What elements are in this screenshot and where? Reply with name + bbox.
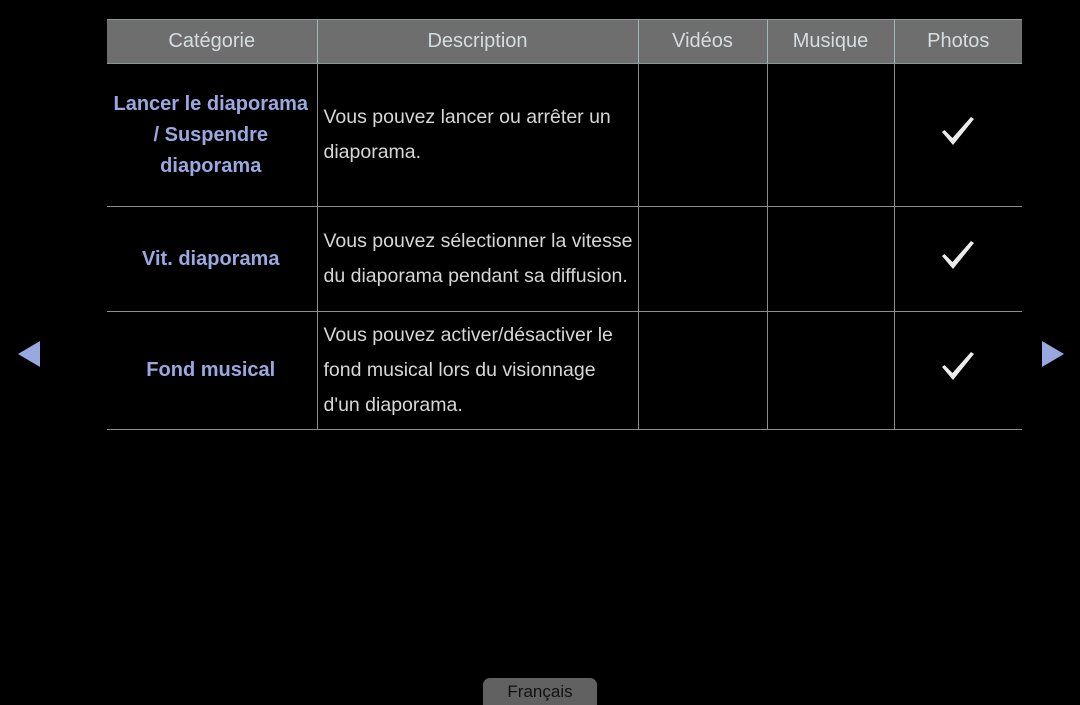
row-category: Lancer le diaporama / Suspendre diaporam… [107,63,317,207]
row-musique-support [766,63,894,207]
column-header-categorie: Catégorie [107,19,317,64]
row-category: Fond musical [107,311,317,430]
row-description: Vous pouvez lancer ou arrêter un diapora… [316,63,638,207]
row-musique-support [766,206,894,312]
column-header-videos: Vidéos [637,19,767,64]
row-photos-support [893,63,1022,207]
row-photos-support [893,206,1022,312]
table-body: Lancer le diaporama / Suspendre diaporam… [107,63,1022,430]
previous-page-button[interactable] [14,338,44,370]
table-row: Lancer le diaporama / Suspendre diaporam… [107,63,1022,207]
triangle-right-icon [1038,338,1068,370]
row-description: Vous pouvez sélectionner la vitesse du d… [316,206,638,312]
compatibility-table-container: Catégorie Description Vidéos Musique Pho… [107,19,1022,430]
check-icon [936,348,980,388]
check-icon [936,237,980,277]
table-header-row: Catégorie Description Vidéos Musique Pho… [107,19,1022,64]
next-page-button[interactable] [1038,338,1068,370]
row-description: Vous pouvez activer/désactiver le fond m… [316,311,638,430]
column-header-musique: Musique [766,19,894,64]
check-icon [936,113,980,153]
row-musique-support [766,311,894,430]
column-header-description: Description [316,19,638,64]
table-row: Vit. diaporama Vous pouvez sélectionner … [107,206,1022,312]
table-row: Fond musical Vous pouvez activer/désacti… [107,311,1022,430]
row-category: Vit. diaporama [107,206,317,312]
compatibility-table: Catégorie Description Vidéos Musique Pho… [107,19,1022,430]
row-photos-support [893,311,1022,430]
row-videos-support [637,206,767,312]
tv-help-screen: { "screen": { "background_color": "#0000… [0,0,1080,705]
column-header-photos: Photos [893,19,1022,64]
language-button[interactable]: Français [483,678,597,705]
row-videos-support [637,63,767,207]
table-header: Catégorie Description Vidéos Musique Pho… [107,19,1022,64]
triangle-left-icon [14,338,44,370]
row-videos-support [637,311,767,430]
